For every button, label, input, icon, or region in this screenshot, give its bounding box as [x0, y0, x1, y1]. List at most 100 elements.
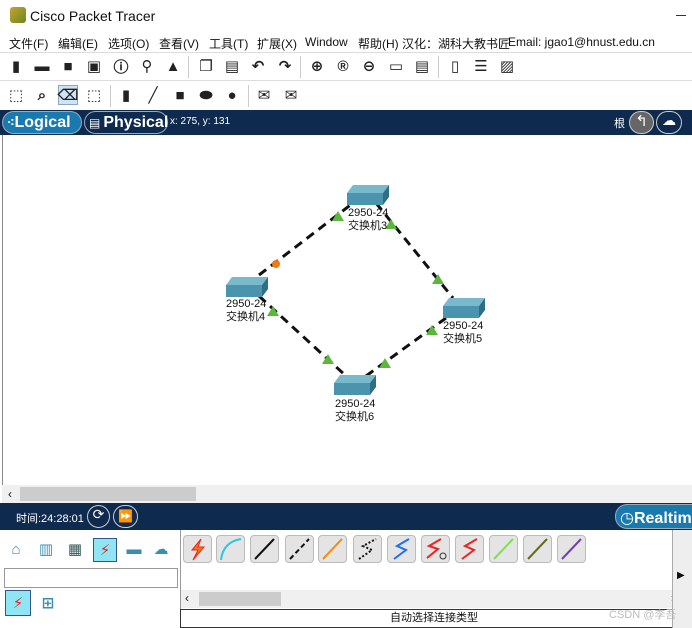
- physical-tab[interactable]: ▤ Physical: [84, 111, 168, 134]
- logical-tab[interactable]: ⁖ Logical: [2, 111, 82, 134]
- menu-extensions[interactable]: 扩展(X): [257, 35, 297, 52]
- workspace-horizontal-scrollbar[interactable]: ‹: [2, 485, 692, 503]
- new-file-icon[interactable]: ▮: [6, 56, 26, 76]
- zoom-in-icon[interactable]: ⊕: [307, 56, 327, 76]
- note-icon[interactable]: ▮: [116, 85, 136, 105]
- menu-file[interactable]: 文件(F): [9, 35, 48, 52]
- switch-icon[interactable]: [443, 298, 485, 318]
- components-category-icon[interactable]: ▦: [65, 539, 85, 559]
- select-icon[interactable]: ⬚: [6, 85, 26, 105]
- minimize-button[interactable]: [676, 15, 686, 16]
- menu-localization: 汉化：湖科大教书匠: [402, 37, 511, 51]
- menu-edit[interactable]: 编辑(E): [58, 35, 98, 52]
- switch-icon[interactable]: [347, 185, 389, 205]
- expand-arrow-icon[interactable]: ▶: [677, 570, 685, 581]
- copy-icon[interactable]: ❐: [196, 56, 216, 76]
- scroll-left-icon[interactable]: ‹: [185, 591, 189, 605]
- root-label: 根: [614, 118, 625, 130]
- logical-icon: ⁖: [7, 117, 15, 129]
- cloud-icon: ☁: [662, 112, 676, 128]
- cable-octal[interactable]: [489, 535, 518, 563]
- link-sw6-sw5: [365, 316, 447, 378]
- realtime-label: Realtime: [633, 510, 692, 527]
- viewport-icon[interactable]: ☰: [471, 56, 491, 76]
- device-search-field[interactable]: [4, 568, 178, 588]
- scroll-thumb[interactable]: [199, 592, 281, 606]
- grid-subcategory-icon[interactable]: ⊞: [38, 593, 58, 613]
- simple-pdu-icon[interactable]: ✉: [254, 85, 274, 105]
- switch-icon[interactable]: [334, 375, 376, 395]
- realtime-tab[interactable]: ◷Realtime: [615, 504, 692, 529]
- screenshot-icon[interactable]: ▨: [497, 56, 517, 76]
- zoom-out-icon[interactable]: ⊖: [359, 56, 379, 76]
- cable-usb[interactable]: [557, 535, 586, 563]
- cable-console[interactable]: [216, 535, 245, 563]
- paste-icon[interactable]: ▤: [222, 56, 242, 76]
- zoom-reset-icon[interactable]: ®: [333, 56, 353, 76]
- open-folder-icon[interactable]: ▬: [32, 56, 52, 76]
- time-display: 时间:24:28:01: [16, 513, 84, 525]
- delete-icon[interactable]: ⌫: [57, 85, 79, 105]
- end-devices-category-icon[interactable]: ▥: [36, 539, 56, 559]
- menu-bar: 文件(F) 编辑(E) 选项(O) 查看(V) 工具(T) 扩展(X) Wind…: [0, 32, 692, 52]
- link-light-up: [379, 358, 391, 368]
- cable-copper-straight[interactable]: [250, 535, 279, 563]
- undo-icon[interactable]: ↶: [248, 56, 268, 76]
- miscellaneous-category-icon[interactable]: ▬: [124, 539, 144, 559]
- power-cycle-icon: ⟳: [92, 506, 105, 522]
- custom-device-icon[interactable]: ▤: [412, 56, 432, 76]
- info-icon[interactable]: ⓘ: [111, 56, 131, 76]
- back-button[interactable]: ↰: [629, 111, 654, 134]
- clock-icon: ◷: [620, 510, 634, 527]
- switch-icon[interactable]: [226, 277, 268, 297]
- link-light-blocking: [272, 260, 280, 268]
- network-wizard-icon[interactable]: ⚲: [137, 56, 157, 76]
- workspace-bar: ⁖ Logical ▤ Physical x: 275, y: 131 根 ↰ ☁: [0, 110, 692, 135]
- menu-tools[interactable]: 工具(T): [209, 35, 248, 52]
- multiuser-category-icon[interactable]: ☁: [151, 539, 171, 559]
- menu-options[interactable]: 选项(O): [108, 35, 149, 52]
- menu-help[interactable]: 帮助(H): [358, 35, 399, 52]
- save-icon[interactable]: ■: [58, 56, 78, 76]
- cable-serial-dce[interactable]: [421, 535, 450, 563]
- coordinates-readout: x: 275, y: 131: [170, 116, 231, 127]
- ellipse-icon[interactable]: ⬬: [196, 85, 216, 105]
- freeform-icon[interactable]: ●: [222, 85, 242, 105]
- cable-copper-cross[interactable]: [285, 535, 314, 563]
- redo-icon[interactable]: ↷: [275, 56, 295, 76]
- drawing-palette-icon[interactable]: ▭: [386, 56, 406, 76]
- complex-pdu-icon[interactable]: ✉: [281, 85, 301, 105]
- activity-wizard-icon[interactable]: ▲: [163, 56, 183, 76]
- topology-links: [257, 201, 455, 378]
- connections-subcategory-icon[interactable]: ⚡: [5, 590, 31, 616]
- cable-iot[interactable]: [523, 535, 552, 563]
- print-icon[interactable]: ▣: [84, 56, 104, 76]
- main-toolbar: ▮ ▬ ■ ▣ ⓘ ⚲ ▲ ❐ ▤ ↶ ↷ ⊕ ® ⊖ ▭ ▤ ▯ ☰ ▨: [0, 52, 692, 80]
- power-cycle-button[interactable]: ⟳: [87, 505, 110, 528]
- physical-label: Physical: [103, 113, 169, 131]
- fast-forward-button[interactable]: ⏩: [113, 505, 138, 528]
- menu-window[interactable]: Window: [305, 35, 348, 49]
- drawing-toolbar: ⬚ ⌕ ⌫ ⬚ ▮ ╱ ■ ⬬ ● ✉ ✉: [0, 80, 692, 110]
- rectangle-icon[interactable]: ■: [170, 85, 190, 105]
- cable-serial-dte[interactable]: [455, 535, 484, 563]
- cable-automatic[interactable]: [183, 535, 212, 563]
- line-icon[interactable]: ╱: [143, 85, 163, 105]
- connections-category-icon[interactable]: ⚡: [93, 538, 117, 562]
- menu-view[interactable]: 查看(V): [159, 35, 199, 52]
- device-template-icon[interactable]: ▯: [445, 56, 465, 76]
- logical-workspace[interactable]: 2950-24 交换机3 2950-24 交换机4 2950-24 交换机5 2950…: [2, 135, 692, 485]
- menu-email: Email: jgao1@hnust.edu.cn: [508, 35, 655, 49]
- cable-phone[interactable]: [353, 535, 382, 563]
- resize-shape-icon[interactable]: ⬚: [84, 85, 104, 105]
- packet-tracer-logo-icon: [10, 7, 26, 23]
- network-devices-category-icon[interactable]: ⌂: [6, 539, 26, 559]
- scroll-thumb[interactable]: [20, 487, 196, 501]
- device-label-switch6: 2950-24 交换机6: [335, 398, 376, 423]
- scroll-left-icon[interactable]: ‹: [8, 487, 12, 501]
- cable-coaxial[interactable]: [387, 535, 416, 563]
- physical-icon: ▤: [89, 115, 101, 130]
- new-cluster-button[interactable]: ☁: [656, 111, 682, 134]
- cable-fiber[interactable]: [318, 535, 347, 563]
- inspect-icon[interactable]: ⌕: [32, 85, 52, 105]
